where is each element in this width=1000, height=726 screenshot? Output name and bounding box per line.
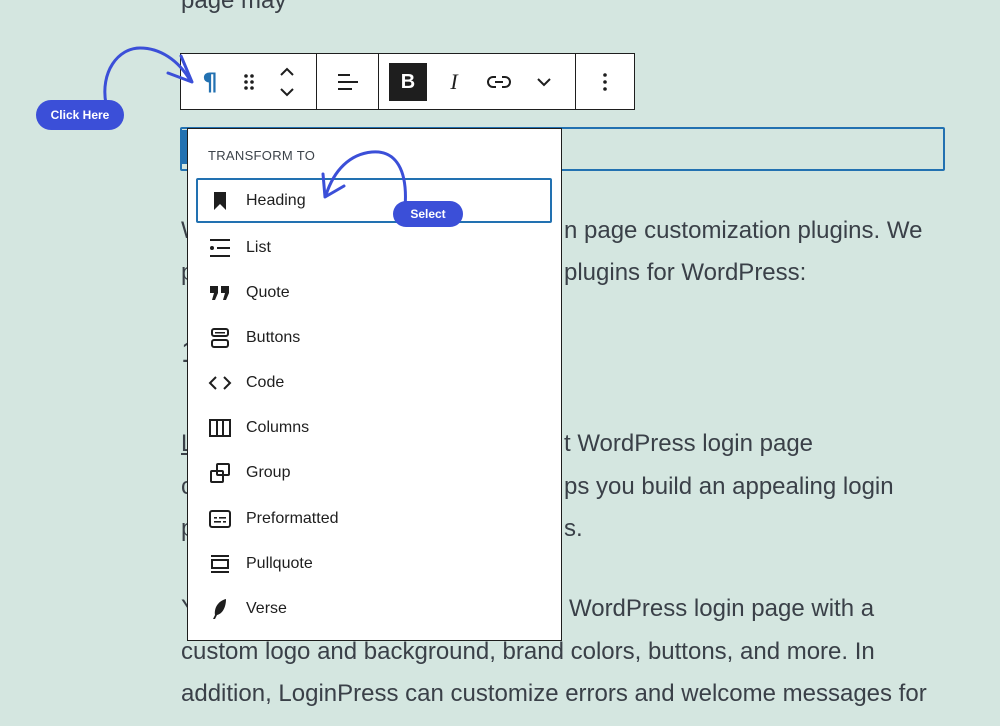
annotation-arrows xyxy=(103,46,407,210)
click-here-badge: Click Here xyxy=(36,100,124,130)
select-arrow xyxy=(324,150,407,210)
select-badge: Select xyxy=(393,201,463,227)
